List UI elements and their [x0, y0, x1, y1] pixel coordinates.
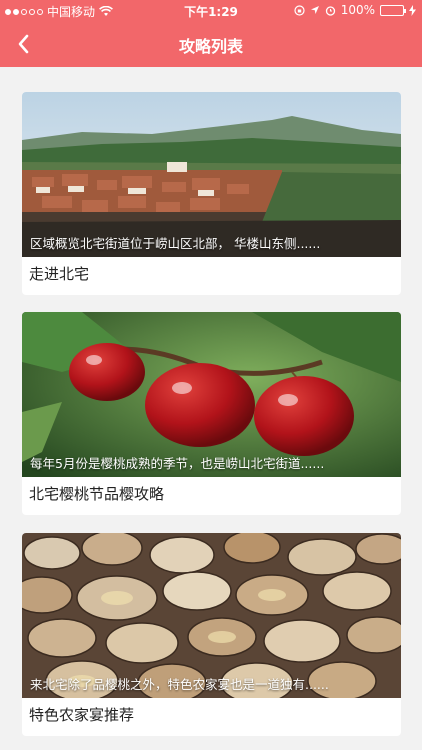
article-card-farmhouse-feast[interactable]: 来北宅除了品樱桃之外，特色农家宴也是一道独有...... 特色农家宴推荐	[22, 533, 401, 736]
article-image: 区域概览北宅街道位于崂山区北部， 华楼山东侧......	[22, 92, 401, 257]
back-button[interactable]	[12, 28, 42, 60]
nav-bar: 攻略列表	[0, 22, 422, 67]
article-title: 特色农家宴推荐	[29, 706, 135, 724]
article-card-cherry[interactable]: 每年5月份是樱桃成熟的季节，也是崂山北宅街道...... 北宅樱桃节品樱攻略	[22, 312, 401, 515]
chevron-left-icon	[18, 34, 29, 54]
orientation-lock-icon	[294, 4, 305, 16]
article-image: 来北宅除了品樱桃之外，特色农家宴也是一道独有......	[22, 533, 401, 698]
battery-icon	[380, 4, 406, 16]
charging-icon	[409, 4, 416, 16]
article-summary: 每年5月份是樱桃成熟的季节，也是崂山北宅街道......	[30, 456, 325, 471]
battery-percent: 100%	[340, 3, 375, 17]
article-card-beizhai[interactable]: 区域概览北宅街道位于崂山区北部， 华楼山东侧...... 走进北宅	[22, 92, 401, 295]
article-title: 走进北宅	[29, 265, 90, 283]
status-bar: 中国移动 下午1:29 100%	[0, 0, 422, 22]
location-icon	[310, 6, 319, 14]
article-image: 每年5月份是樱桃成熟的季节，也是崂山北宅街道......	[22, 312, 401, 477]
app-header: 中国移动 下午1:29 100% 攻略列表	[0, 0, 422, 67]
status-right: 100%	[294, 3, 416, 17]
alarm-icon	[325, 5, 335, 16]
article-title: 北宅樱桃节品樱攻略	[29, 485, 165, 503]
article-summary: 来北宅除了品樱桃之外，特色农家宴也是一道独有......	[30, 677, 329, 692]
article-summary: 区域概览北宅街道位于崂山区北部， 华楼山东侧......	[30, 236, 321, 251]
page-title: 攻略列表	[178, 37, 243, 56]
